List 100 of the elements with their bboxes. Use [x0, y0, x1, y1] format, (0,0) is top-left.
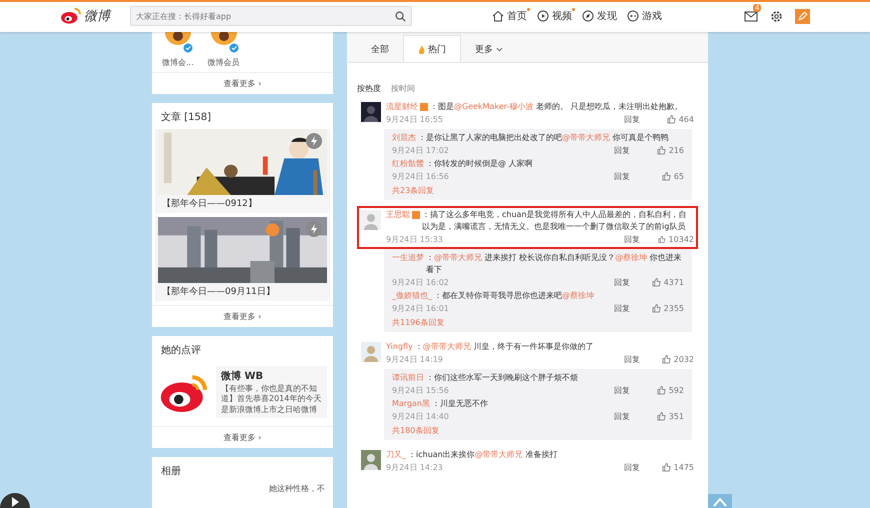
user-name[interactable]: Yingfly	[386, 341, 413, 353]
search-field[interactable]: 大家正在搜：长得好看app	[130, 6, 412, 26]
comment-time: 9月24日 15:33	[386, 234, 444, 244]
user-name[interactable]: 谭讯前日	[392, 372, 424, 384]
play-icon	[537, 10, 549, 22]
tab[interactable]: 热门	[403, 35, 461, 62]
compass-icon	[582, 10, 594, 22]
nav-link[interactable]: 视频	[537, 9, 572, 23]
nav-link[interactable]: 发现	[582, 9, 617, 23]
avatar-icon[interactable]	[162, 32, 193, 54]
reply-link[interactable]: 回复	[614, 384, 648, 396]
comment-text: ：你们这些水军一天到晚刷这个胖子烦不烦	[426, 372, 579, 384]
like-button[interactable]: 464	[658, 114, 694, 124]
view-more-link[interactable]: 查看更多 ›	[152, 426, 333, 448]
settings-icon[interactable]	[770, 10, 783, 22]
comment-text: ：是你让黑了人家的电脑把出处改了的吧@带带大师兄 你可真是个鸭鸭	[418, 132, 670, 144]
comment-text: ：你转发的时候倒是@ 人家啊	[426, 158, 534, 170]
comment-time: 9月24日 14:19	[386, 354, 444, 364]
comment-text: ：都在叉特你哥哥我寻思你也进来吧@蔡徐坤	[434, 290, 595, 302]
lightning-icon[interactable]	[306, 133, 322, 149]
view-more-link[interactable]: 查看更多 ›	[152, 305, 333, 327]
reply-link[interactable]: 回复	[624, 234, 658, 244]
member-name[interactable]: 微博会...	[162, 57, 194, 68]
reply-link[interactable]: 回复	[624, 114, 658, 124]
like-button[interactable]: 10342	[658, 234, 694, 244]
comment-time: 9月24日 14:23	[386, 462, 444, 472]
comment-time: 9月24日 16:56	[392, 170, 450, 182]
thumbs-up-icon	[662, 462, 671, 472]
logo-text[interactable]: 微博	[84, 7, 110, 25]
like-button[interactable]: 216	[648, 146, 684, 154]
mention-link[interactable]: @带带大师兄	[474, 450, 523, 459]
thumbs-up-icon	[658, 234, 666, 244]
review-text: 【有些事，你也是真的不知道】首先恭喜2014年的今天是新浪微博上市之日哈微博	[221, 384, 322, 416]
mention-link[interactable]: @带带大师兄	[434, 253, 482, 262]
reply-link[interactable]: 回复	[614, 144, 648, 156]
user-name[interactable]: Margan黑	[392, 398, 430, 410]
album-text: 她这种性格，不	[269, 483, 325, 496]
comment-text: ：图是@GeekMaker-穆小波 老师的。 只是想吃瓜，未注明出处抱歉。	[430, 101, 684, 113]
member-name[interactable]: 微博会员	[208, 57, 240, 68]
home-icon	[492, 10, 504, 22]
mention-link[interactable]: @蔡徐坤	[562, 291, 594, 300]
mention-link[interactable]: @蔡徐坤	[615, 253, 648, 262]
reply-link[interactable]: 回复	[614, 302, 648, 314]
like-button[interactable]: 1475	[658, 462, 694, 472]
mention-link[interactable]: @带带大师兄	[422, 342, 471, 351]
like-button[interactable]: 592	[648, 386, 684, 394]
lightning-icon[interactable]	[306, 221, 322, 237]
search-icon[interactable]	[395, 11, 406, 22]
comment-text: ：@带带大师兄 川皇，终于有一件坏事是你做的了	[414, 341, 594, 353]
thumbs-up-icon	[662, 172, 671, 180]
reply-link[interactable]: 回复	[614, 410, 648, 422]
like-button[interactable]: 2355	[648, 304, 684, 312]
like-button[interactable]: 4371	[648, 278, 684, 286]
nav-link[interactable]: 首页	[492, 9, 527, 23]
all-replies-link[interactable]: 共180条回复	[392, 423, 684, 438]
comment-time: 9月24日 15:56	[392, 384, 450, 396]
avatar-icon[interactable]	[208, 32, 239, 54]
comment-text: ：川皇无恶不作	[432, 398, 490, 410]
reply-link[interactable]: 回复	[624, 462, 658, 472]
comment-text: ：搞了这么多年电竞，chuan是我觉得所有人中人品最差的，自私自利，自以为是，满嘴谎言，无情无义。也是我唯一一个删了微信取关了的前ig队员	[422, 209, 688, 233]
tab[interactable]: 全部	[357, 36, 403, 62]
user-name[interactable]: 红粉骷髅	[392, 158, 424, 170]
sort-option[interactable]: 按热度	[357, 83, 381, 94]
reply-link[interactable]: 回复	[614, 276, 648, 288]
tab[interactable]: 更多	[461, 36, 517, 62]
eye-logo-icon[interactable]	[60, 7, 82, 25]
comment-text: ：ichuan出来挨你@带带大师兄 准备挨打	[408, 449, 558, 461]
mention-link[interactable]: @带带大师兄	[562, 133, 610, 142]
sort-option[interactable]: 按时间	[391, 83, 415, 94]
user-name[interactable]: 流星财经	[386, 101, 418, 113]
comment-time: 9月24日 16:02	[392, 276, 450, 288]
comment-time: 9月24日 16:55	[386, 114, 444, 124]
user-name[interactable]: 刀又_	[386, 449, 406, 461]
user-name[interactable]: 刘晨杰	[392, 132, 416, 144]
reply-link[interactable]: 回复	[624, 354, 658, 364]
mail-icon[interactable]	[744, 10, 758, 22]
thumbs-up-icon	[666, 114, 676, 124]
compose-icon[interactable]	[795, 8, 810, 24]
comment-text: ：@带带大师兄 进来挨打 校长说你自私自利听见没？@蔡徐坤 你也进来看下	[426, 252, 683, 276]
thumbs-up-icon	[652, 304, 661, 312]
mention-link[interactable]: @GeekMaker-穆小波	[454, 102, 534, 111]
all-replies-link[interactable]: 共1196条回复	[392, 315, 684, 330]
user-name[interactable]: 王思聪	[386, 209, 410, 221]
reply-link[interactable]: 回复	[614, 170, 648, 182]
card-title: 文章 [158]	[160, 110, 212, 125]
user-name[interactable]: _傲娇猫也_	[392, 290, 432, 302]
thumbs-up-icon	[656, 146, 666, 154]
review-author[interactable]: 微博 WB	[221, 369, 322, 383]
view-more-link[interactable]: 查看更多 ›	[152, 72, 333, 94]
thumbs-up-icon	[662, 354, 671, 364]
nav-link[interactable]: 游戏	[627, 9, 662, 23]
thumbs-up-icon	[652, 278, 661, 286]
thumbs-up-icon	[656, 412, 666, 420]
gamepad-icon	[627, 10, 639, 22]
all-replies-link[interactable]: 共23条回复	[392, 183, 684, 198]
like-button[interactable]: 2032	[658, 354, 694, 364]
comment-time: 9月24日 14:40	[392, 410, 450, 422]
like-button[interactable]: 351	[648, 412, 684, 420]
user-name[interactable]: 一生追梦	[392, 252, 424, 264]
like-button[interactable]: 65	[648, 172, 684, 180]
